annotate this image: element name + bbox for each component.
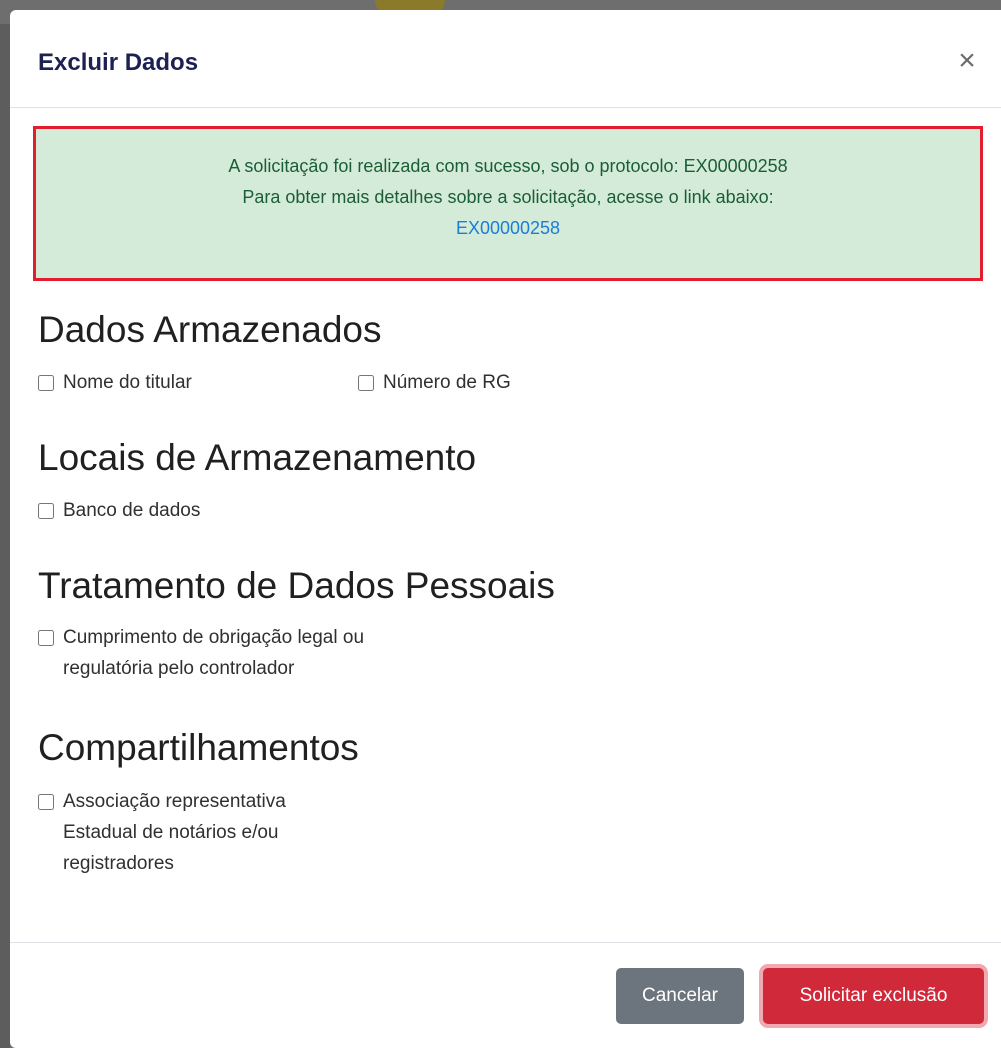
checkbox-input[interactable] [358, 375, 374, 391]
checkbox-label: Associação representativa Estadual de no… [63, 791, 286, 874]
protocol-link[interactable]: EX00000258 [36, 213, 980, 244]
checkbox-label: Banco de dados [63, 500, 201, 521]
section-title-dados-armazenados: Dados Armazenados [38, 309, 382, 350]
checkbox-input[interactable] [38, 503, 54, 519]
checkbox-numero-de-rg[interactable]: Número de RG [358, 367, 511, 398]
checkbox-cumprimento-obrigacao-legal[interactable]: Cumprimento de obrigação legal ou regula… [38, 622, 364, 684]
checkbox-associacao-representativa[interactable]: Associação representativa Estadual de no… [38, 786, 286, 879]
background-page-edge [0, 24, 10, 1048]
checkbox-banco-de-dados[interactable]: Banco de dados [38, 495, 200, 526]
checkbox-nome-do-titular[interactable]: Nome do titular [38, 367, 192, 398]
success-alert: A solicitação foi realizada com sucesso,… [33, 126, 983, 281]
modal-title: Excluir Dados [38, 49, 199, 76]
delete-data-modal: Excluir Dados × A solicitação foi realiz… [10, 10, 1001, 1048]
modal-header: Excluir Dados × [10, 10, 1001, 108]
cancel-button[interactable]: Cancelar [616, 968, 744, 1024]
checkbox-input[interactable] [38, 794, 54, 810]
section-title-tratamento-de-dados-pessoais: Tratamento de Dados Pessoais [38, 565, 555, 606]
section-title-compartilhamentos: Compartilhamentos [38, 727, 359, 768]
checkbox-label: Número de RG [383, 372, 511, 393]
section-title-locais-de-armazenamento: Locais de Armazenamento [38, 437, 477, 478]
modal-footer-divider [10, 942, 1001, 943]
checkbox-input[interactable] [38, 630, 54, 646]
close-icon[interactable]: × [952, 44, 982, 78]
request-deletion-button[interactable]: Solicitar exclusão [763, 968, 984, 1024]
checkbox-label: Cumprimento de obrigação legal ou regula… [63, 627, 365, 679]
alert-details-message: Para obter mais detalhes sobre a solicit… [242, 187, 774, 207]
checkbox-input[interactable] [38, 375, 54, 391]
alert-message: A solicitação foi realizada com sucesso,… [228, 156, 788, 176]
checkbox-label: Nome do titular [63, 372, 192, 393]
